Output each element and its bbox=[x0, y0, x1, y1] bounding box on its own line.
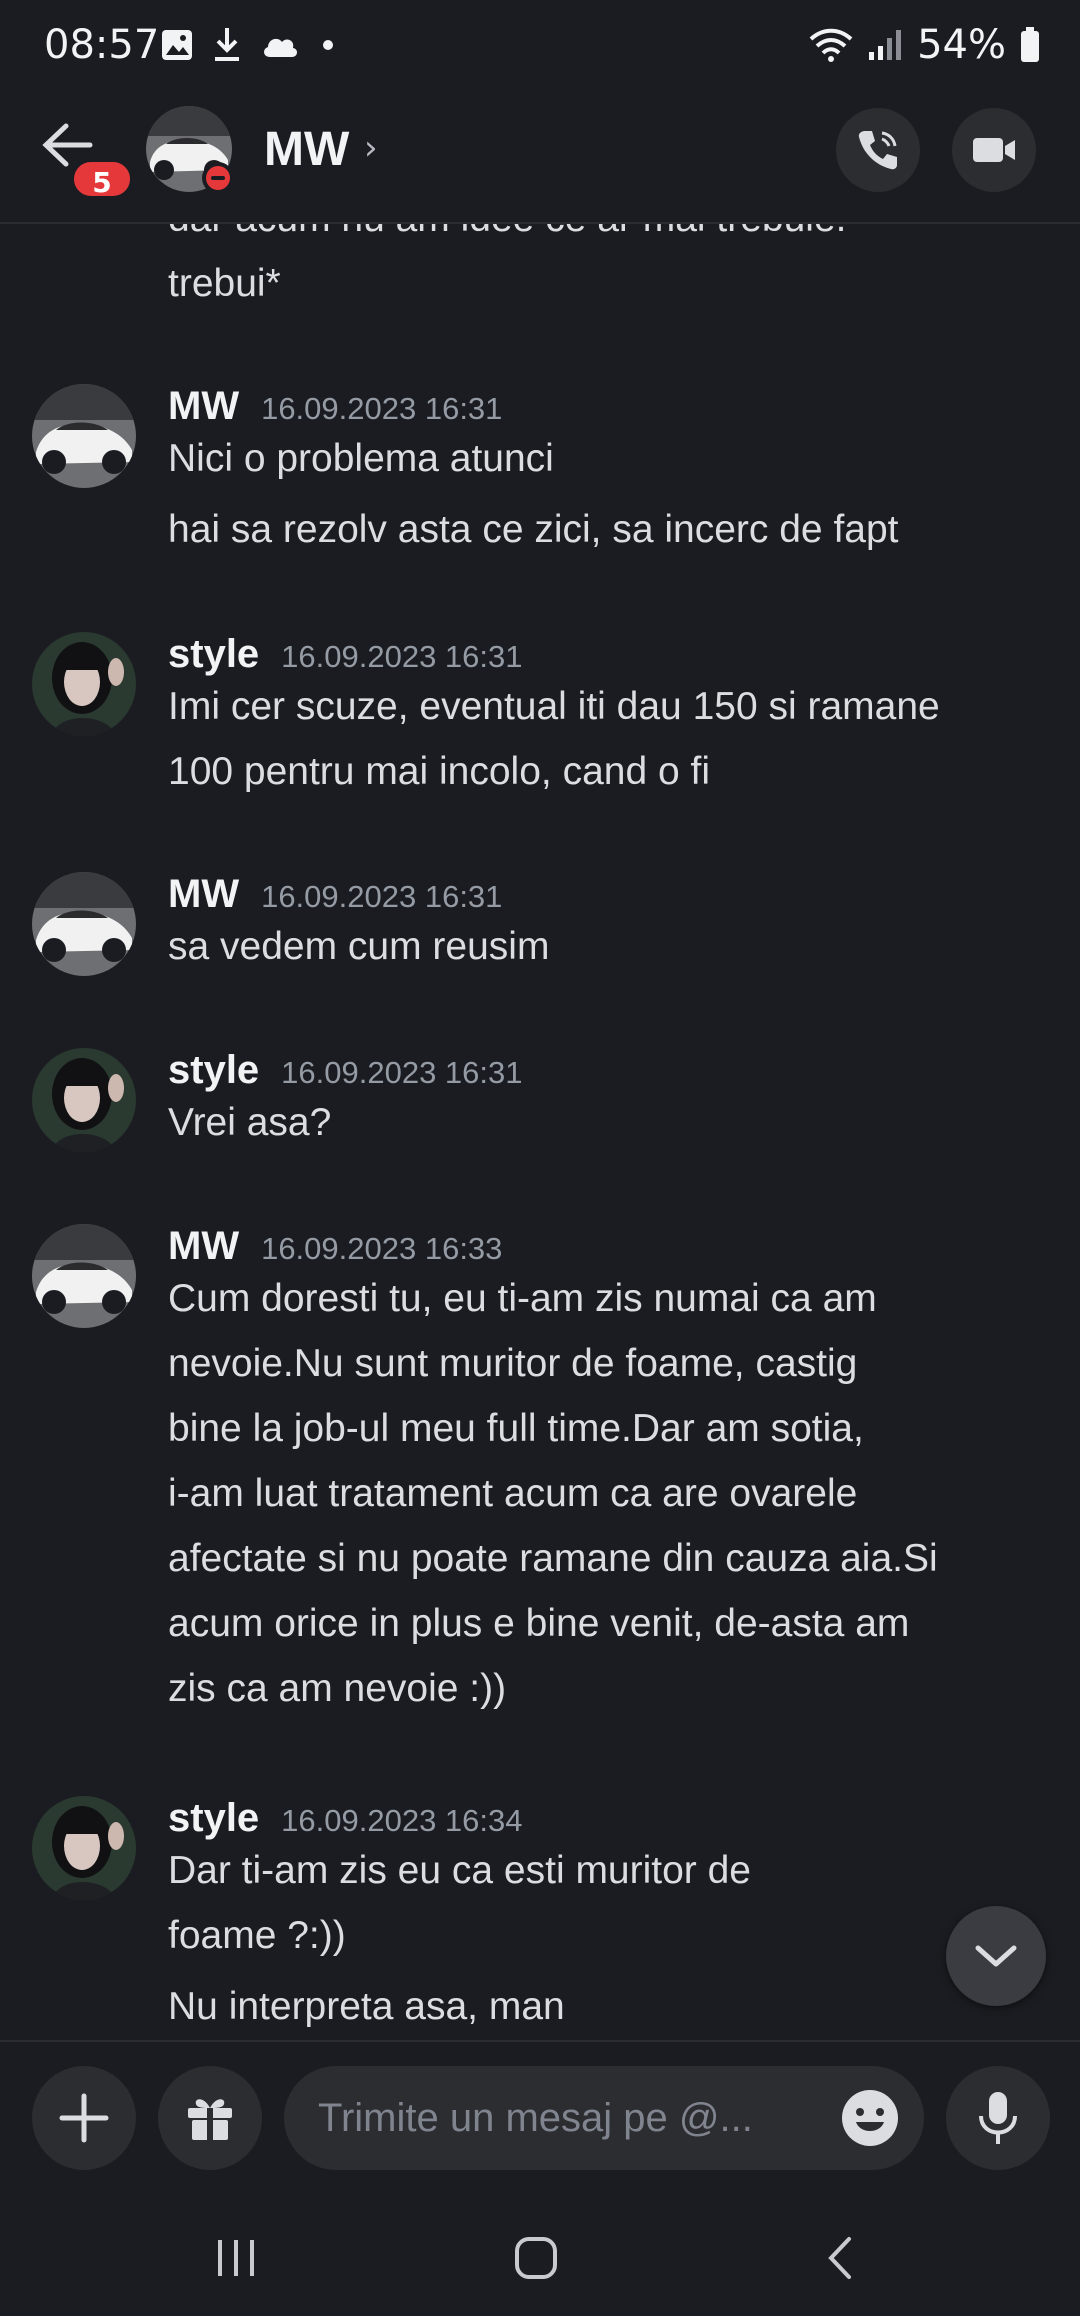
gift-button[interactable] bbox=[158, 2066, 262, 2170]
girl-avatar-image bbox=[32, 632, 136, 736]
message-timestamp: 16.09.2023 16:31 bbox=[281, 1055, 523, 1090]
download-icon bbox=[215, 28, 239, 61]
message-line: i-am luat tratament acum ca are ovarele bbox=[168, 1472, 858, 1515]
home-icon bbox=[515, 2237, 557, 2279]
video-call-button[interactable] bbox=[952, 108, 1036, 192]
message-line: bine la job-ul meu full time.Dar am soti… bbox=[168, 1407, 864, 1450]
chevron-down-icon bbox=[975, 1945, 1017, 1967]
voice-message-button[interactable] bbox=[946, 2066, 1050, 2170]
chat-header: 5 MW › bbox=[0, 96, 1080, 224]
message-meta: style 16.09.2023 16:34 bbox=[168, 1796, 523, 1841]
message-input[interactable] bbox=[318, 2066, 818, 2170]
message-timestamp: 16.09.2023 16:31 bbox=[281, 639, 523, 674]
chat-title[interactable]: MW bbox=[264, 122, 349, 177]
avatar[interactable] bbox=[32, 1048, 136, 1152]
avatar[interactable] bbox=[32, 1224, 136, 1328]
message-timestamp: 16.09.2023 16:34 bbox=[281, 1803, 523, 1838]
message-line: acum orice in plus e bine venit, de-asta… bbox=[168, 1602, 910, 1645]
microphone-icon bbox=[979, 2092, 1017, 2144]
battery-icon bbox=[1021, 27, 1039, 62]
message-meta: MW 16.09.2023 16:31 bbox=[168, 872, 502, 917]
car-avatar-image bbox=[32, 872, 136, 976]
message-line: dar acum nu am idee ce ar mai trebuie. bbox=[168, 224, 1048, 251]
home-button[interactable] bbox=[496, 2228, 576, 2288]
chevron-right-icon[interactable]: › bbox=[364, 128, 378, 168]
message-content: Cum doresti tu, eu ti-am zis numai ca am… bbox=[168, 1266, 1048, 1721]
message-content: dar acum nu am idee ce ar mai trebuie. t… bbox=[168, 224, 1048, 316]
voice-call-button[interactable] bbox=[836, 108, 920, 192]
message-content: Vrei asa? bbox=[168, 1090, 1048, 1155]
message-meta: style 16.09.2023 16:31 bbox=[168, 632, 523, 677]
message-input-container[interactable] bbox=[284, 2066, 924, 2170]
emoji-icon[interactable] bbox=[840, 2088, 900, 2148]
system-nav-bar bbox=[0, 2198, 1080, 2316]
avatar[interactable] bbox=[32, 872, 136, 976]
message-line: sa vedem cum reusim bbox=[168, 925, 550, 968]
notification-icons bbox=[160, 26, 338, 64]
message-line: Nu interpreta asa, man bbox=[168, 1985, 565, 2028]
recents-icon bbox=[218, 2240, 254, 2276]
message-author[interactable]: style bbox=[168, 1796, 259, 1841]
battery-percent: 54% bbox=[917, 22, 1006, 68]
girl-avatar-image bbox=[32, 1048, 136, 1152]
message-author[interactable]: style bbox=[168, 632, 259, 677]
message-line: Nici o problema atunci bbox=[168, 437, 554, 480]
message-content: Imi cer scuze, eventual iti dau 150 si r… bbox=[168, 674, 1048, 804]
message-content: sa vedem cum reusim bbox=[168, 914, 1048, 979]
message-timestamp: 16.09.2023 16:33 bbox=[261, 1231, 503, 1266]
message-line: afectate si nu poate ramane din cauza ai… bbox=[168, 1537, 938, 1580]
message-list[interactable]: dar acum nu am idee ce ar mai trebuie. t… bbox=[0, 224, 1080, 2040]
add-attachment-button[interactable] bbox=[32, 2066, 136, 2170]
car-avatar-image bbox=[32, 384, 136, 488]
cloud-icon bbox=[264, 38, 298, 57]
unread-badge: 5 bbox=[70, 158, 134, 200]
avatar[interactable] bbox=[32, 1796, 136, 1900]
gift-icon bbox=[188, 2099, 232, 2140]
message-composer bbox=[0, 2040, 1080, 2198]
message-line: Imi cer scuze, eventual iti dau 150 si r… bbox=[168, 685, 940, 728]
message-line: Vrei asa? bbox=[168, 1101, 332, 1144]
message-meta: MW 16.09.2023 16:31 bbox=[168, 384, 502, 429]
message-timestamp: 16.09.2023 16:31 bbox=[261, 391, 503, 426]
car-avatar-image bbox=[32, 1224, 136, 1328]
status-bar: 08:57 54% bbox=[0, 0, 1080, 96]
message-line: zis ca am nevoie :)) bbox=[168, 1667, 507, 1710]
signal-icon bbox=[869, 30, 902, 60]
scroll-to-bottom-button[interactable] bbox=[946, 1906, 1046, 2006]
message-content: Nici o problema atunci hai sa rezolv ast… bbox=[168, 426, 1048, 562]
avatar[interactable] bbox=[32, 384, 136, 488]
nav-back-button[interactable] bbox=[800, 2228, 880, 2288]
message-timestamp: 16.09.2023 16:31 bbox=[261, 879, 503, 914]
status-time: 08:57 bbox=[44, 22, 160, 68]
message-line: hai sa rezolv asta ce zici, sa incerc de… bbox=[168, 508, 899, 551]
plus-icon bbox=[59, 2093, 109, 2143]
girl-avatar-image bbox=[32, 1796, 136, 1900]
message-line: Cum doresti tu, eu ti-am zis numai ca am bbox=[168, 1277, 877, 1320]
message-author[interactable]: MW bbox=[168, 384, 239, 429]
message-line: Dar ti-am zis eu ca esti muritor de bbox=[168, 1849, 752, 1892]
message-author[interactable]: style bbox=[168, 1048, 259, 1093]
message-meta: MW 16.09.2023 16:33 bbox=[168, 1224, 502, 1269]
message-content: Dar ti-am zis eu ca esti muritor de foam… bbox=[168, 1838, 1048, 2039]
back-icon bbox=[828, 2237, 851, 2279]
voice-call-icon bbox=[858, 131, 897, 170]
dnd-status-icon bbox=[202, 162, 234, 194]
message-line: nevoie.Nu sunt muritor de foame, castig bbox=[168, 1342, 858, 1385]
message-author[interactable]: MW bbox=[168, 872, 239, 917]
dot-icon bbox=[323, 40, 333, 50]
message-line: trebui* bbox=[168, 262, 281, 305]
system-icons: 54% bbox=[809, 22, 1040, 68]
video-call-icon bbox=[973, 138, 1015, 162]
wifi-icon bbox=[809, 28, 853, 62]
avatar[interactable] bbox=[32, 632, 136, 736]
message-author[interactable]: MW bbox=[168, 1224, 239, 1269]
message-line: foame ?:)) bbox=[168, 1914, 346, 1957]
message-meta: style 16.09.2023 16:31 bbox=[168, 1048, 523, 1093]
recents-button[interactable] bbox=[196, 2228, 276, 2288]
message-line: 100 pentru mai incolo, cand o fi bbox=[168, 750, 711, 793]
gallery-icon bbox=[162, 30, 192, 60]
